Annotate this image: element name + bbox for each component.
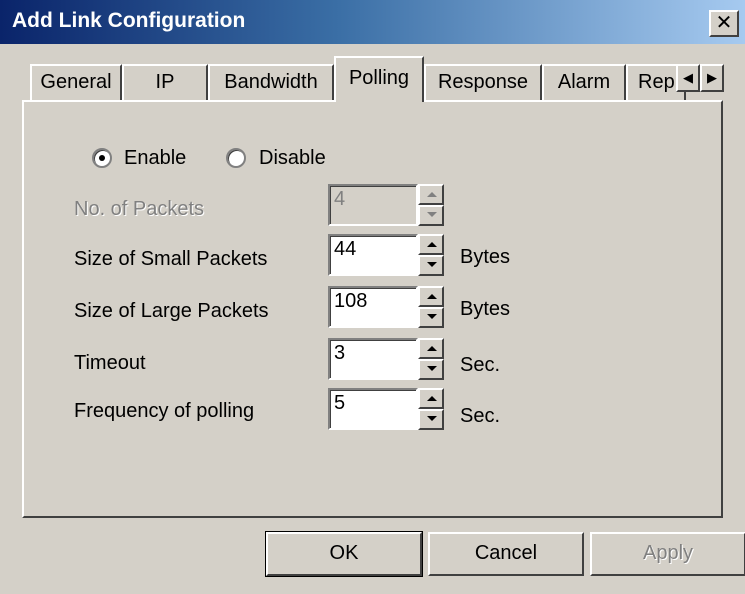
ok-button[interactable]: OK (265, 531, 423, 577)
cancel-button[interactable]: Cancel (428, 532, 584, 576)
tab-label: Polling (348, 67, 410, 89)
tab-label: Rep (638, 71, 675, 93)
scroll-right-icon: ▶ (707, 70, 717, 85)
dialog-window: Add Link Configuration ✕ General IP Band… (0, 0, 745, 594)
tab-scroll-right-button[interactable]: ▶ (700, 64, 724, 92)
scroll-left-icon: ◀ (683, 70, 693, 85)
tab-polling[interactable]: Polling (334, 56, 424, 102)
apply-button: Apply (590, 532, 745, 576)
polling-panel (22, 100, 723, 518)
tab-alarm[interactable]: Alarm (542, 64, 626, 100)
tab-bandwidth[interactable]: Bandwidth (208, 64, 334, 100)
close-button[interactable]: ✕ (709, 10, 739, 37)
tab-general[interactable]: General (30, 64, 122, 100)
tab-scroll-left-button[interactable]: ◀ (676, 64, 700, 92)
dialog-title: Add Link Configuration (12, 9, 246, 32)
close-icon: ✕ (715, 12, 733, 34)
tab-response[interactable]: Response (424, 64, 542, 100)
tab-ip[interactable]: IP (122, 64, 208, 100)
tab-label: Alarm (557, 71, 611, 93)
title-bar[interactable]: Add Link Configuration ✕ (0, 0, 745, 44)
tab-label: Response (437, 71, 529, 93)
tab-label: Bandwidth (224, 71, 318, 93)
tab-label: IP (155, 71, 175, 93)
tab-label: General (40, 71, 112, 93)
